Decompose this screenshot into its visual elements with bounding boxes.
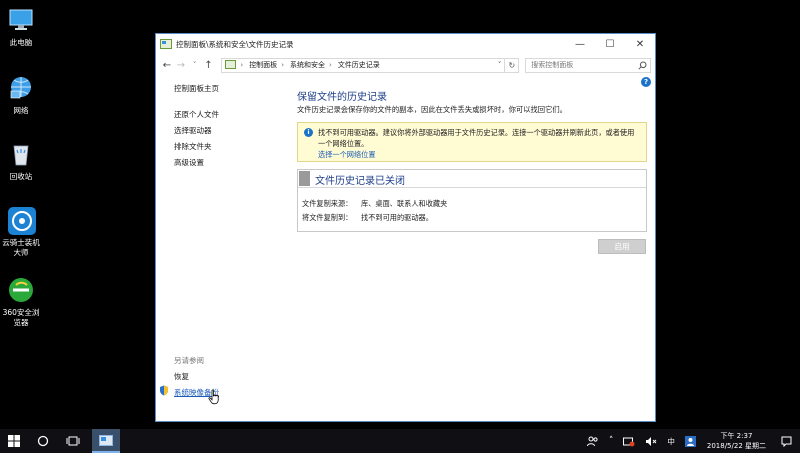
desktop-icon-label: 360安全浏览器 xyxy=(2,308,40,327)
close-button[interactable]: ✕ xyxy=(625,34,655,54)
people-icon[interactable] xyxy=(586,436,599,447)
windows-logo-icon xyxy=(8,435,20,447)
cortana-button[interactable] xyxy=(28,429,58,453)
status-header: 文件历史记录已关闭 xyxy=(298,170,646,188)
sidebar-item-exclude-folders[interactable]: 排除文件夹 xyxy=(174,141,212,152)
ime-indicator[interactable]: 中 xyxy=(667,436,675,447)
chevron-down-icon[interactable]: ˅ xyxy=(498,61,502,69)
recycle-bin-icon xyxy=(7,140,35,168)
search-placeholder: 搜索控制面板 xyxy=(531,61,574,69)
clock-date: 2018/5/22 星期二 xyxy=(706,442,766,450)
address-row: ← → ˅ ↑ › 控制面板 › 系统和安全 › 文件历史记录 ˅ ↻ 搜索控制… xyxy=(156,54,655,76)
minimize-button[interactable]: — xyxy=(565,34,595,54)
computer-icon xyxy=(7,6,35,34)
volume-muted-icon[interactable] xyxy=(645,436,657,447)
recent-dropdown-icon[interactable]: ˅ xyxy=(188,61,202,69)
task-view-icon xyxy=(66,436,80,446)
system-tray: ˄ 中 下午 2:37 2018/5/22 星期二 xyxy=(582,429,800,453)
desktop-icon-label: 网络 xyxy=(13,106,29,115)
enable-button[interactable]: 启用 xyxy=(598,239,646,254)
file-history-window: 控制面板\系统和安全\文件历史记录 — ☐ ✕ ← → ˅ ↑ › 控制面板 ›… xyxy=(155,33,656,422)
clock-time: 下午 2:37 xyxy=(720,432,753,440)
warning-text: 找不到可用驱动器。建议你将外部驱动器用于文件历史记录。连接一个驱动器并刷新此页，… xyxy=(318,128,635,148)
maximize-button[interactable]: ☐ xyxy=(595,34,625,54)
sidebar-item-restore[interactable]: 还原个人文件 xyxy=(174,109,219,120)
see-also-recovery-link[interactable]: 恢复 xyxy=(174,371,189,382)
up-arrow-icon[interactable]: ↑ xyxy=(202,60,216,71)
breadcrumb-item[interactable]: 控制面板 xyxy=(249,60,277,70)
copy-to-label: 将文件复制到： xyxy=(302,213,353,222)
sidebar-item-select-drive[interactable]: 选择驱动器 xyxy=(174,125,212,136)
desktop-icon-label: 此电脑 xyxy=(9,38,33,47)
breadcrumb-item[interactable]: 文件历史记录 xyxy=(338,60,380,70)
address-bar[interactable]: › 控制面板 › 系统和安全 › 文件历史记录 ˅ xyxy=(221,57,506,73)
breadcrumb-arrow-icon: › xyxy=(281,61,284,69)
desktop-icon-this-pc[interactable]: 此电脑 xyxy=(0,6,42,48)
status-panel: 文件历史记录已关闭 文件复制来源： 库、桌面、联系人和收藏夹 将文件复制到： 找… xyxy=(297,169,647,232)
page-title: 保留文件的历史记录 xyxy=(297,92,387,103)
breadcrumb-item[interactable]: 系统和安全 xyxy=(290,60,325,70)
clock[interactable]: 下午 2:37 2018/5/22 星期二 xyxy=(707,431,766,451)
chevron-up-icon[interactable]: ˄ xyxy=(609,436,614,446)
control-panel-icon xyxy=(99,434,113,446)
back-arrow-icon[interactable]: ← xyxy=(160,60,174,71)
cortana-circle-icon xyxy=(37,435,49,447)
yunqishi-app-icon xyxy=(7,206,36,235)
help-icon[interactable]: ? xyxy=(641,77,651,87)
forward-arrow-icon[interactable]: → xyxy=(174,60,188,71)
sidebar-item-advanced-settings[interactable]: 高级设置 xyxy=(174,157,204,168)
start-button[interactable] xyxy=(0,429,28,453)
ime-user-icon[interactable] xyxy=(684,435,696,447)
copy-from-label: 文件复制来源： xyxy=(302,199,353,208)
control-panel-icon xyxy=(160,39,172,49)
no-drive-warning: i 找不到可用驱动器。建议你将外部驱动器用于文件历史记录。连接一个驱动器并刷新此… xyxy=(297,122,647,162)
copy-to-value: 找不到可用的驱动器。 xyxy=(361,213,433,222)
window-title: 控制面板\系统和安全\文件历史记录 xyxy=(176,39,294,49)
page-description: 文件历史记录会保存你的文件的副本，因此在文件丢失或损坏时，你可以找回它们。 xyxy=(297,105,567,114)
breadcrumb-arrow-icon: › xyxy=(329,61,332,69)
copy-from-row: 文件复制来源： 库、桌面、联系人和收藏夹 xyxy=(302,199,447,209)
desktop-icon-360-browser[interactable]: 360安全浏览器 xyxy=(0,276,42,328)
browser-360-icon xyxy=(7,276,35,304)
info-icon: i xyxy=(304,128,313,137)
copy-to-row: 将文件复制到： 找不到可用的驱动器。 xyxy=(302,213,433,223)
search-input[interactable]: 搜索控制面板 xyxy=(525,57,651,73)
select-network-location-link[interactable]: 选择一个网络位置 xyxy=(318,150,376,160)
copy-from-value: 库、桌面、联系人和收藏夹 xyxy=(361,199,448,208)
shield-icon xyxy=(159,385,169,398)
network-icon xyxy=(7,74,35,102)
desktop-icon-label: 回收站 xyxy=(9,172,33,181)
desktop-icon-label: 云骑士装机大师 xyxy=(2,238,40,257)
desktop-icon-yunqishi[interactable]: 云骑士装机大师 xyxy=(0,206,42,258)
refresh-button[interactable]: ↻ xyxy=(505,57,520,73)
task-view-button[interactable] xyxy=(58,429,88,453)
action-center-icon[interactable] xyxy=(781,436,792,447)
status-title: 文件历史记录已关闭 xyxy=(315,176,405,187)
desktop-icon-network[interactable]: 网络 xyxy=(0,74,42,116)
sidebar-home-link[interactable]: 控制面板主页 xyxy=(174,83,219,94)
control-panel-icon xyxy=(225,59,237,71)
notification-warning-icon[interactable] xyxy=(623,436,635,447)
sidebar: 控制面板主页 还原个人文件 选择驱动器 排除文件夹 高级设置 另请参阅 恢复 系… xyxy=(156,78,286,421)
see-also-heading: 另请参阅 xyxy=(174,356,204,365)
breadcrumb-arrow-icon: › xyxy=(240,61,244,69)
taskbar: ˄ 中 下午 2:37 2018/5/22 星期二 xyxy=(0,429,800,453)
status-indicator-bar xyxy=(299,171,310,186)
desktop-icon-recycle-bin[interactable]: 回收站 xyxy=(0,140,42,182)
taskbar-control-panel-button[interactable] xyxy=(92,429,120,453)
title-bar[interactable]: 控制面板\系统和安全\文件历史记录 — ☐ ✕ xyxy=(156,34,655,54)
search-icon xyxy=(638,61,647,72)
hand-cursor-icon xyxy=(208,389,220,407)
